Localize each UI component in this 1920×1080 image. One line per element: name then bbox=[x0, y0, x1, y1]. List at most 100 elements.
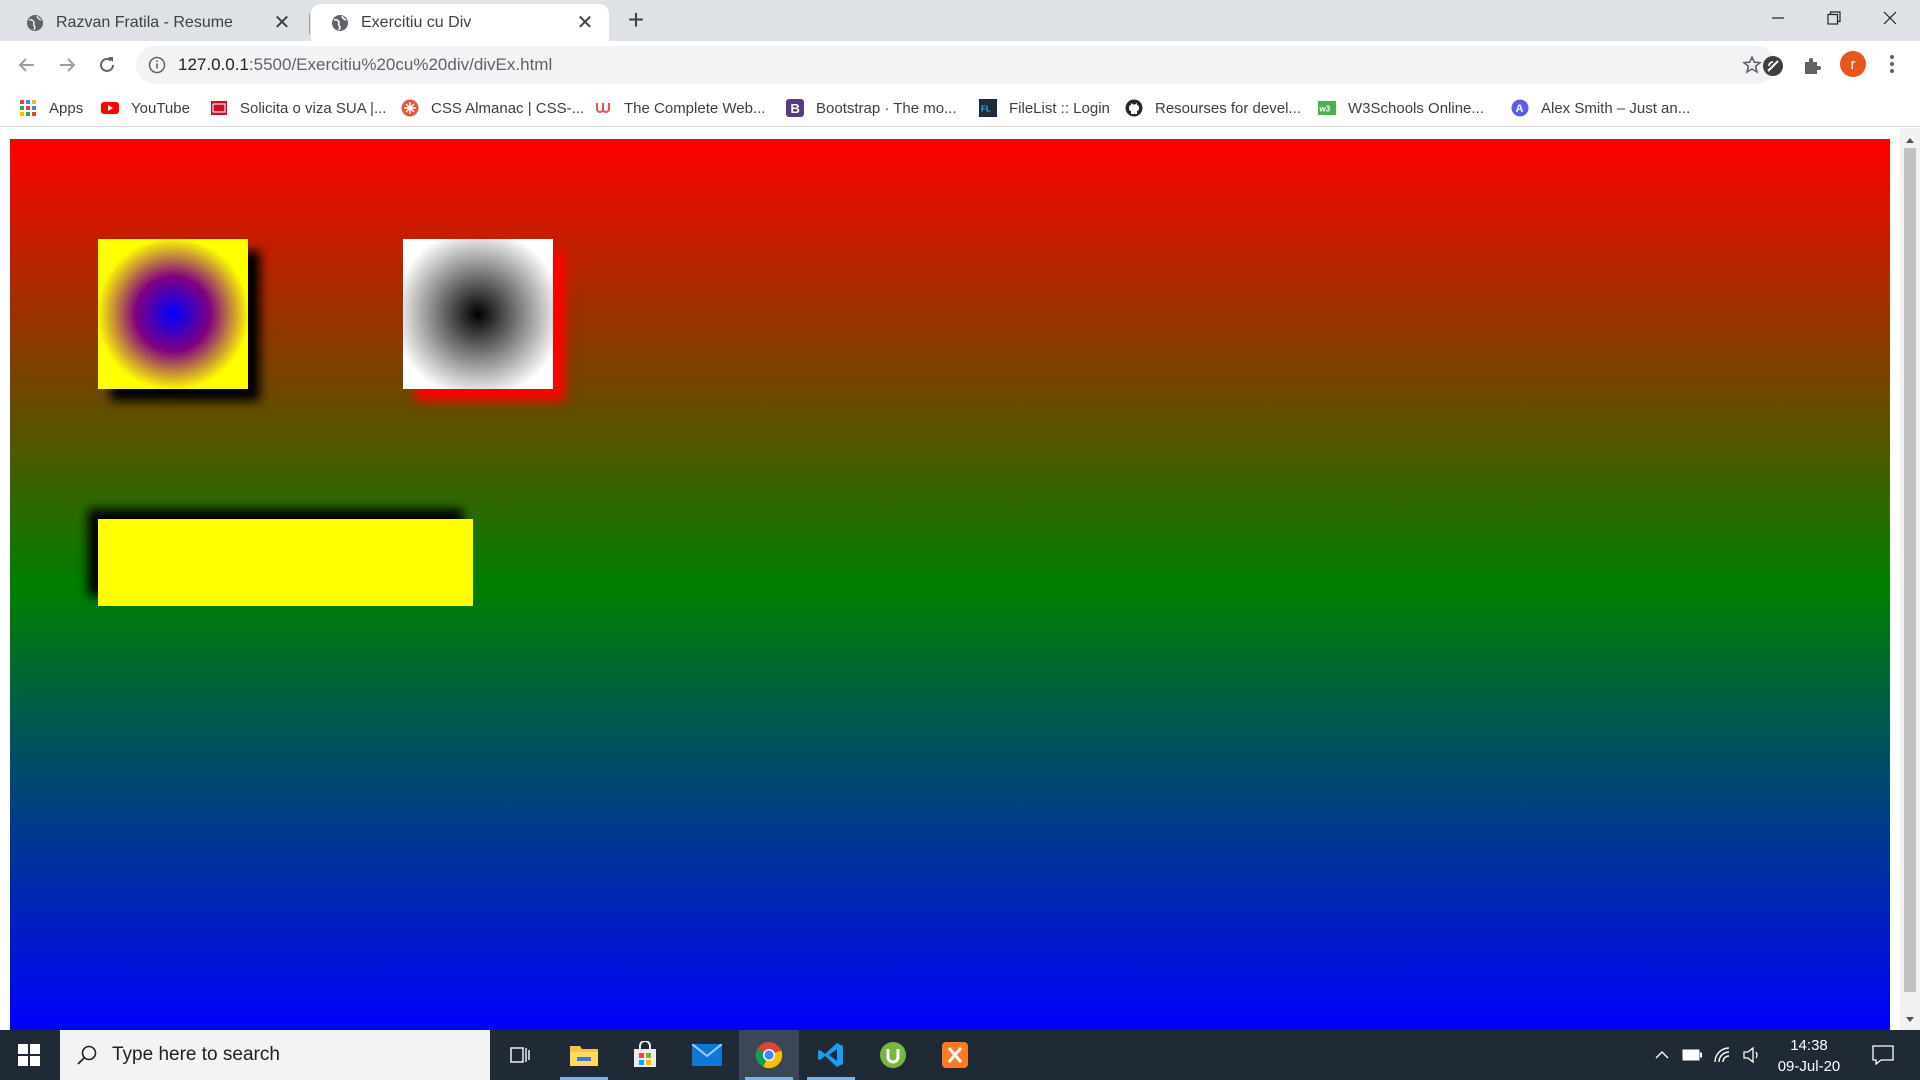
wifi-icon bbox=[1714, 1047, 1730, 1063]
triangle-down-icon bbox=[1906, 1017, 1914, 1022]
search-icon bbox=[77, 1045, 97, 1065]
bookmark-resourses[interactable]: Resourses for devel... bbox=[1125, 96, 1301, 120]
task-view-button[interactable] bbox=[490, 1030, 550, 1080]
tab-separator bbox=[309, 14, 310, 34]
chrome-button[interactable] bbox=[739, 1030, 799, 1080]
scroll-up-arrow[interactable] bbox=[1904, 134, 1916, 146]
globe-icon bbox=[27, 14, 43, 31]
bootstrap-icon: B bbox=[786, 99, 804, 117]
apps-grid-icon bbox=[20, 100, 36, 116]
w3schools-icon: w3 bbox=[1318, 101, 1336, 115]
bookmark-w3schools[interactable]: w3 W3Schools Online... bbox=[1318, 96, 1484, 120]
youtube-icon bbox=[101, 102, 119, 114]
action-center-button[interactable] bbox=[1862, 1030, 1904, 1080]
xampp-button[interactable] bbox=[925, 1030, 985, 1080]
github-icon bbox=[1125, 99, 1143, 117]
minimize-icon bbox=[1772, 17, 1784, 19]
svg-text:FL: FL bbox=[981, 105, 991, 114]
tab-exercitiu-cu-div[interactable]: Exercitiu cu Div ✕ bbox=[311, 4, 609, 41]
tab-strip: Razvan Fratila - Resume ✕ Exercitiu cu D… bbox=[0, 0, 1920, 41]
mail-button[interactable] bbox=[677, 1030, 737, 1080]
bookmark-css-almanac[interactable]: CSS Almanac | CSS-... bbox=[401, 96, 584, 120]
alex-smith-icon: A bbox=[1511, 99, 1529, 117]
bookmark-bootstrap[interactable]: B Bootstrap · The mo... bbox=[786, 96, 957, 120]
kebab-menu-icon[interactable] bbox=[1882, 52, 1902, 76]
cgi-icon bbox=[211, 101, 227, 115]
bookmark-alex-smith[interactable]: A Alex Smith – Just an... bbox=[1511, 96, 1690, 120]
bookmark-complete-web[interactable]: The Complete Web... bbox=[594, 96, 765, 120]
bookmark-label: YouTube bbox=[131, 99, 190, 117]
extensions-puzzle-icon[interactable] bbox=[1801, 55, 1823, 77]
close-icon bbox=[1883, 11, 1897, 25]
bookmark-star-icon[interactable] bbox=[1742, 55, 1762, 75]
bookmark-filelist[interactable]: FL FileList :: Login bbox=[979, 96, 1110, 120]
file-explorer-icon bbox=[570, 1046, 598, 1066]
svg-text:A: A bbox=[1516, 103, 1524, 115]
start-button[interactable] bbox=[0, 1030, 58, 1080]
url-text[interactable]: 127.0.0.1:5500/Exercitiu%20cu%20div/divE… bbox=[178, 55, 552, 75]
utorrent-icon bbox=[880, 1042, 906, 1068]
bookmark-label: FileList :: Login bbox=[1009, 99, 1110, 117]
reload-button[interactable] bbox=[93, 51, 121, 79]
network-button[interactable] bbox=[1709, 1030, 1737, 1080]
forward-button[interactable] bbox=[53, 51, 81, 79]
close-tab-icon[interactable]: ✕ bbox=[272, 10, 292, 35]
close-tab-icon[interactable]: ✕ bbox=[575, 10, 595, 35]
url-host: 127.0.0.1 bbox=[178, 55, 249, 74]
bookmark-label: Solicita o viza SUA |... bbox=[240, 99, 387, 117]
show-hidden-icons-button[interactable] bbox=[1650, 1030, 1674, 1080]
xampp-icon bbox=[942, 1042, 968, 1068]
address-bar[interactable]: 127.0.0.1:5500/Exercitiu%20cu%20div/divE… bbox=[136, 46, 1776, 84]
minimize-button[interactable] bbox=[1750, 0, 1806, 36]
filelist-icon: FL bbox=[979, 99, 997, 117]
scrollbar-thumb[interactable] bbox=[1904, 148, 1916, 992]
css-tricks-icon bbox=[401, 99, 419, 117]
vscode-button[interactable] bbox=[801, 1030, 861, 1080]
tab-title: Exercitiu cu Div bbox=[361, 13, 472, 31]
task-view-icon bbox=[510, 1047, 530, 1063]
radial-yellow-box bbox=[98, 239, 248, 389]
bookmark-label: Apps bbox=[49, 99, 84, 117]
windows-logo-icon bbox=[18, 1044, 40, 1066]
mail-icon bbox=[692, 1044, 722, 1066]
close-window-button[interactable] bbox=[1862, 0, 1918, 36]
tab-title: Razvan Fratila - Resume bbox=[56, 13, 233, 31]
scroll-down-arrow[interactable] bbox=[1904, 1014, 1916, 1026]
reload-icon bbox=[100, 57, 114, 72]
arrow-right-icon bbox=[60, 58, 76, 72]
battery-button[interactable] bbox=[1678, 1030, 1706, 1080]
bookmark-label: The Complete Web... bbox=[624, 99, 766, 117]
back-button[interactable] bbox=[13, 51, 41, 79]
udemy-icon bbox=[596, 103, 610, 113]
svg-text:w3: w3 bbox=[1319, 105, 1331, 114]
tab-razvan-fratila-resume[interactable]: Razvan Fratila - Resume ✕ bbox=[6, 4, 306, 41]
extension-disabled-icon[interactable] bbox=[1762, 55, 1784, 77]
bookmark-label: CSS Almanac | CSS-... bbox=[431, 99, 585, 117]
chrome-icon bbox=[755, 1042, 783, 1069]
arrow-left-icon bbox=[18, 58, 34, 72]
taskbar-search-box[interactable]: Type here to search bbox=[60, 1030, 490, 1080]
vscode-icon bbox=[818, 1043, 843, 1067]
bookmark-youtube[interactable]: YouTube bbox=[101, 96, 190, 120]
viewport-margin bbox=[0, 128, 1900, 139]
chevron-up-icon bbox=[1655, 1051, 1669, 1059]
bookmark-label: Bootstrap · The mo... bbox=[816, 99, 957, 117]
notification-icon bbox=[1872, 1045, 1894, 1065]
restore-button[interactable] bbox=[1806, 0, 1862, 36]
yellow-rectangle bbox=[98, 519, 473, 606]
file-explorer-button[interactable] bbox=[554, 1030, 614, 1080]
utorrent-button[interactable] bbox=[863, 1030, 923, 1080]
bookmarks-bar: Apps YouTube Solicita o viza SUA |... CS… bbox=[0, 89, 1920, 127]
volume-button[interactable] bbox=[1738, 1030, 1766, 1080]
clock-date: 09-Jul-20 bbox=[1777, 1058, 1841, 1075]
battery-icon bbox=[1682, 1049, 1702, 1061]
bookmark-apps[interactable]: Apps bbox=[19, 96, 83, 120]
info-icon[interactable] bbox=[148, 56, 166, 74]
store-button[interactable] bbox=[615, 1030, 675, 1080]
search-placeholder: Type here to search bbox=[112, 1044, 280, 1065]
windows-taskbar: Type here to search 14:38 09-Jul-20 bbox=[0, 1030, 1920, 1080]
bookmark-solicita-viza[interactable]: Solicita o viza SUA |... bbox=[210, 96, 386, 120]
new-tab-button[interactable]: + bbox=[622, 6, 650, 34]
profile-avatar[interactable]: r bbox=[1840, 51, 1866, 77]
taskbar-clock[interactable]: 14:38 09-Jul-20 bbox=[1764, 1035, 1854, 1077]
